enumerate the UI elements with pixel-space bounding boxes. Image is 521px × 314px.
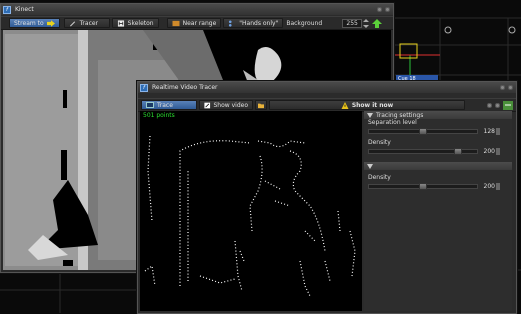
density-label: Density (368, 139, 391, 146)
folder-button[interactable] (255, 100, 267, 110)
near-range-button[interactable]: Near range (166, 18, 222, 28)
background-value-field[interactable]: 255 (342, 18, 363, 28)
timeline-marker-icon[interactable] (444, 26, 452, 34)
close-icon[interactable] (508, 85, 513, 90)
undock-icon[interactable] (495, 102, 500, 108)
tracer-title: Realtime Video Tracer (152, 84, 218, 91)
trace-label: Trace (157, 101, 173, 109)
density2-value[interactable]: 200 (479, 182, 495, 191)
collapse-triangle-icon (367, 163, 373, 169)
show-video-label: Show video (213, 101, 249, 109)
show-video-button[interactable]: Show video (199, 100, 253, 110)
tracing-settings-header[interactable]: Tracing settings (364, 111, 512, 119)
stream-to-button[interactable]: Stream to (9, 18, 60, 28)
density-spin-icon[interactable] (496, 148, 500, 155)
minimize-icon[interactable] (377, 7, 382, 12)
warning-icon (341, 101, 349, 109)
separation-spin-icon[interactable] (496, 128, 500, 135)
tracer-button[interactable]: Tracer (63, 18, 110, 28)
near-range-label: Near range (182, 19, 217, 27)
density-thumb[interactable] (454, 148, 462, 155)
trace-button[interactable]: Trace (141, 100, 197, 110)
app-icon: f (3, 5, 11, 14)
separation-thumb[interactable] (419, 128, 427, 135)
tracer-titlebar[interactable]: f Realtime Video Tracer (138, 82, 516, 93)
density-slider[interactable]: 200 (368, 147, 508, 156)
tracer-label: Tracer (79, 19, 99, 27)
selection-box[interactable] (399, 43, 418, 59)
density2-slider[interactable]: 200 (368, 182, 508, 191)
density-value[interactable]: 200 (479, 147, 495, 156)
separation-value[interactable]: 128 (479, 127, 495, 136)
separation-level-label: Separation level (368, 119, 417, 126)
close-icon[interactable] (385, 7, 390, 12)
separation-level-slider[interactable]: 128 (368, 127, 508, 136)
skeleton-label: Skeleton (127, 19, 154, 27)
hands-only-label: "Hands only" (239, 19, 279, 27)
settings2-header[interactable] (364, 162, 512, 170)
show-it-now-label: Show it now (351, 101, 394, 109)
arrow-up-icon[interactable] (372, 18, 383, 28)
hands-only-button[interactable]: "Hands only" (223, 18, 284, 28)
tracer-window[interactable]: f Realtime Video Tracer Trace Show video… (137, 81, 517, 314)
export-icon[interactable] (503, 100, 513, 110)
density2-thumb[interactable] (419, 183, 427, 190)
trace-canvas[interactable]: 501 points (140, 111, 362, 311)
minimize-icon[interactable] (500, 85, 505, 90)
skeleton-button[interactable]: Skeleton (111, 18, 159, 28)
app-icon: f (140, 83, 148, 92)
spin-arrows-icon[interactable] (363, 18, 370, 28)
pen-icon (69, 20, 75, 26)
show-it-now-button[interactable]: Show it now (269, 100, 465, 110)
kinect-titlebar[interactable]: f Kinect (1, 4, 393, 15)
folder-icon (258, 103, 264, 108)
density2-label: Density (368, 174, 391, 181)
hands-icon (229, 19, 232, 27)
video-icon (204, 102, 211, 108)
kinect-title: Kinect (15, 6, 34, 13)
tracing-settings-title: Tracing settings (376, 111, 424, 119)
settings-panel: Tracing settings Separation level 128 De… (364, 111, 512, 311)
monitor-icon (146, 101, 154, 108)
arrow-right-icon (46, 19, 55, 27)
pin-icon[interactable] (487, 102, 492, 108)
timeline-marker-icon[interactable] (508, 26, 516, 34)
background-label: Background (286, 19, 323, 27)
collapse-triangle-icon (367, 112, 373, 118)
trace-points (144, 135, 356, 297)
stream-label: Stream to (14, 19, 44, 27)
near-range-icon (172, 20, 180, 26)
density2-spin-icon[interactable] (496, 183, 500, 190)
skeleton-icon (117, 19, 124, 27)
